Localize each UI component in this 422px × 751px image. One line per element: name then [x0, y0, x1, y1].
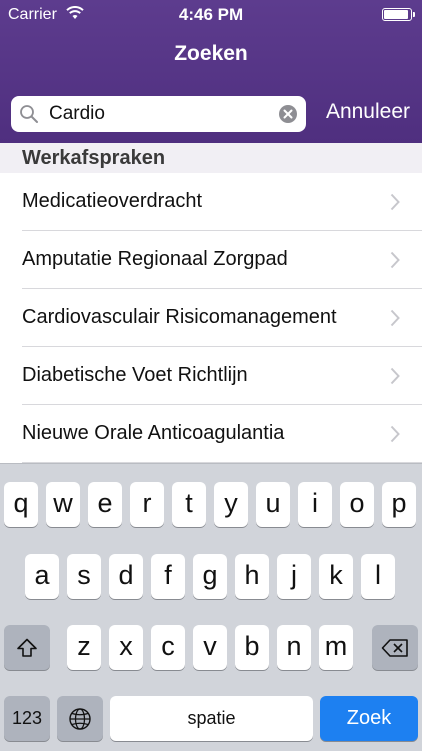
key-s[interactable]: s	[67, 554, 101, 599]
list-item[interactable]: Cardiovasculair Risicomanagement	[0, 289, 422, 347]
key-p[interactable]: p	[382, 482, 416, 527]
search-input[interactable]	[49, 100, 269, 128]
cancel-button[interactable]: Annuleer	[326, 100, 410, 124]
keyboard: q w e r t y u i o p a s d f g h j k l z …	[0, 463, 422, 751]
key-c[interactable]: c	[151, 625, 185, 670]
key-j[interactable]: j	[277, 554, 311, 599]
key-z[interactable]: z	[67, 625, 101, 670]
key-l[interactable]: l	[361, 554, 395, 599]
chevron-right-icon	[390, 193, 400, 211]
chevron-right-icon	[390, 309, 400, 327]
list-item-label: Cardiovasculair Risicomanagement	[22, 306, 337, 328]
key-b[interactable]: b	[235, 625, 269, 670]
list-item-label: Medicatieoverdracht	[22, 190, 203, 212]
search-icon	[19, 104, 39, 124]
key-q[interactable]: q	[4, 482, 38, 527]
key-i[interactable]: i	[298, 482, 332, 527]
backspace-key[interactable]	[372, 625, 418, 670]
clear-icon[interactable]	[278, 104, 298, 124]
key-y[interactable]: y	[214, 482, 248, 527]
chevron-right-icon	[390, 425, 400, 443]
key-h[interactable]: h	[235, 554, 269, 599]
chevron-right-icon	[390, 367, 400, 385]
globe-key[interactable]	[57, 696, 103, 741]
key-f[interactable]: f	[151, 554, 185, 599]
key-v[interactable]: v	[193, 625, 227, 670]
key-e[interactable]: e	[88, 482, 122, 527]
key-x[interactable]: x	[109, 625, 143, 670]
shift-key[interactable]	[4, 625, 50, 670]
key-g[interactable]: g	[193, 554, 227, 599]
clock: 4:46 PM	[178, 5, 244, 24]
section-title: Werkafspraken	[22, 147, 166, 169]
globe-icon	[69, 707, 91, 730]
list-item[interactable]: Nieuwe Orale Anticoagulantia	[0, 405, 422, 463]
key-k[interactable]: k	[319, 554, 353, 599]
list-item-label: Diabetische Voet Richtlijn	[22, 364, 248, 386]
key-w[interactable]: w	[46, 482, 80, 527]
numbers-key[interactable]: 123	[4, 696, 50, 741]
key-o[interactable]: o	[340, 482, 374, 527]
key-n[interactable]: n	[277, 625, 311, 670]
list-item[interactable]: Medicatieoverdracht	[0, 173, 422, 231]
page-title: Zoeken	[174, 42, 248, 65]
key-m[interactable]: m	[319, 625, 353, 670]
status-bar: Carrier 4:46 PM	[0, 0, 422, 30]
list-item-label: Nieuwe Orale Anticoagulantia	[22, 422, 285, 444]
key-a[interactable]: a	[25, 554, 59, 599]
shift-icon	[17, 638, 37, 657]
list-item[interactable]: Amputatie Regionaal Zorgpad	[0, 231, 422, 289]
key-r[interactable]: r	[130, 482, 164, 527]
list-item-label: Amputatie Regionaal Zorgpad	[22, 248, 288, 270]
search-field[interactable]	[11, 96, 306, 132]
search-return-key[interactable]: Zoek	[320, 696, 418, 741]
battery-icon	[382, 8, 415, 21]
key-u[interactable]: u	[256, 482, 290, 527]
header: Carrier 4:46 PM Zoeken Annu	[0, 0, 422, 143]
list-item[interactable]: Diabetische Voet Richtlijn	[0, 347, 422, 405]
space-key[interactable]: spatie	[110, 696, 313, 741]
results-list: Medicatieoverdracht Amputatie Regionaal …	[0, 173, 422, 463]
section-header: Werkafspraken	[0, 143, 422, 173]
backspace-icon	[381, 638, 408, 657]
key-d[interactable]: d	[109, 554, 143, 599]
key-t[interactable]: t	[172, 482, 206, 527]
chevron-right-icon	[390, 251, 400, 269]
